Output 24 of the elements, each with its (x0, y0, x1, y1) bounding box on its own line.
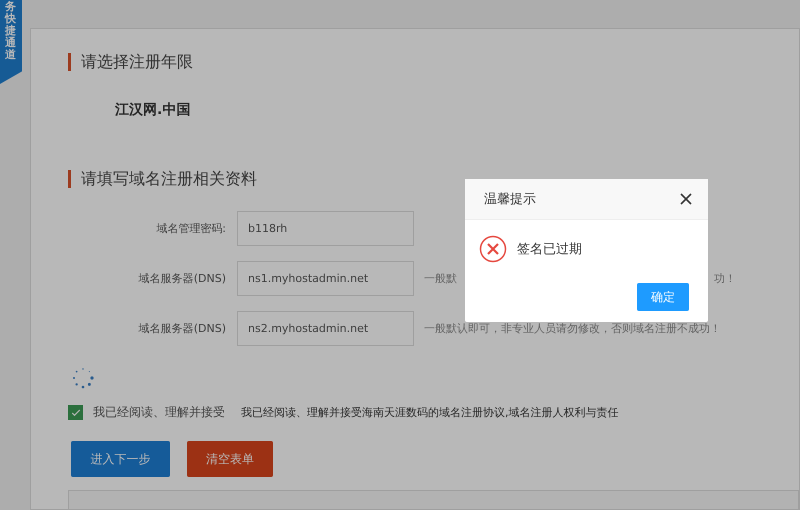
section-title: 请选择注册年限 (68, 53, 799, 71)
field-label: 域名管理密码: (155, 221, 226, 236)
input-field[interactable]: ns2.myhostadmin.net (237, 311, 414, 346)
field-label: 域名服务器(DNS) (138, 271, 226, 286)
error-icon (479, 235, 507, 263)
checkbox-label: 我已经阅读、理解并接受 (93, 404, 225, 421)
ok-button[interactable]: 确定 (637, 283, 689, 311)
domain-name: 江汉网.中国 (115, 101, 192, 119)
input-field[interactable]: ns1.myhostadmin.net (237, 261, 414, 296)
clear-form-button[interactable]: 清空表单 (187, 441, 273, 477)
loading-spinner-icon (71, 366, 95, 390)
side-tab[interactable]: 务快捷通道 (0, 0, 22, 84)
hint-text: 一般默 (424, 271, 457, 286)
field-label: 域名服务器(DNS) (138, 321, 226, 336)
checkbox[interactable] (68, 405, 83, 420)
agreement-text: 我已经阅读、理解并接受海南天涯数码的域名注册协议,域名注册人权利与责任 (241, 405, 618, 420)
checkmark-icon (70, 406, 82, 418)
next-step-button[interactable]: 进入下一步 (71, 441, 170, 477)
dialog-title: 温馨提示 (484, 191, 536, 208)
close-icon[interactable] (680, 193, 692, 205)
input-field[interactable]: b118rh (237, 211, 414, 246)
dialog-message: 签名已过期 (517, 241, 582, 258)
hint-text: 功！ (714, 271, 736, 286)
hint-text: 一般默认即可，非专业人员请勿修改，否则域名注册不成功！ (424, 321, 721, 336)
